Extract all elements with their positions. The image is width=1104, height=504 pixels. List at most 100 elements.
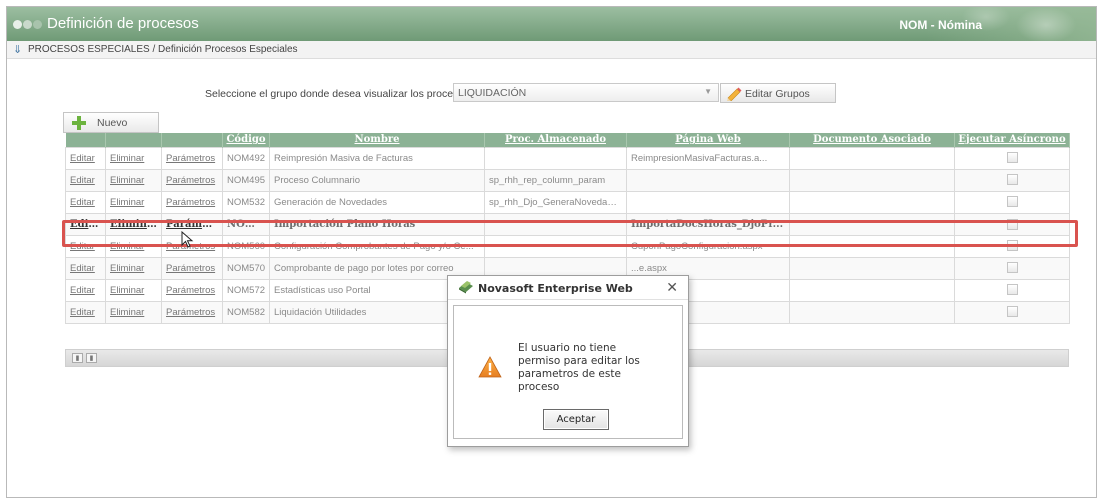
group-label: Seleccione el grupo donde desea visualiz… [205, 88, 473, 100]
edit-link[interactable]: Editar [65, 212, 106, 236]
cell-page [626, 190, 790, 214]
table-row-selected: Editar Eliminar Parámetros NOM534 Import… [65, 212, 1070, 236]
column-header-page[interactable]: Página Web [626, 133, 790, 147]
cell-doc [789, 278, 955, 302]
params-link[interactable]: Parámetros [161, 168, 223, 192]
app-window: Definición de procesos NOM - Nómina ⇓ PR… [6, 6, 1097, 498]
cell-async [954, 146, 1070, 170]
async-checkbox[interactable] [1006, 218, 1018, 230]
edit-link[interactable]: Editar [65, 168, 106, 192]
breadcrumb-text: PROCESOS ESPECIALES / Definición Proceso… [28, 44, 298, 55]
cell-name: Configuración Comprobantes de Pago y/o C… [269, 234, 485, 258]
cell-doc [789, 300, 955, 324]
column-header-proc[interactable]: Proc. Almacenado [484, 133, 627, 147]
async-checkbox[interactable] [1006, 262, 1018, 274]
cell-code: NOM495 [222, 168, 270, 192]
column-header-doc[interactable]: Documento Asociado [789, 133, 955, 147]
module-name: NOM - Nómina [899, 18, 982, 32]
warning-icon [478, 356, 502, 378]
cell-proc [484, 212, 627, 236]
cell-code: NOM532 [222, 190, 270, 214]
column-header-code[interactable]: Código [222, 133, 270, 147]
cell-async [954, 190, 1070, 214]
cell-doc [789, 256, 955, 280]
table-header: Código Nombre Proc. Almacenado Página We… [65, 133, 1070, 147]
cell-async [954, 256, 1070, 280]
async-checkbox[interactable] [1006, 196, 1018, 208]
cell-proc [484, 146, 627, 170]
app-icon [459, 281, 473, 294]
cell-code: NOM570 [222, 256, 270, 280]
delete-link[interactable]: Eliminar [105, 256, 162, 280]
async-checkbox[interactable] [1006, 174, 1018, 186]
async-checkbox[interactable] [1006, 240, 1018, 252]
delete-link[interactable]: Eliminar [105, 146, 162, 170]
close-icon[interactable]: ✕ [666, 279, 678, 296]
cell-async [954, 278, 1070, 302]
column-header [105, 133, 162, 147]
accept-button[interactable]: Aceptar [543, 409, 609, 430]
new-button[interactable]: Nuevo [63, 112, 159, 133]
title-bar: Definición de procesos NOM - Nómina [7, 7, 1096, 41]
delete-link[interactable]: Eliminar [105, 278, 162, 302]
chevron-down-icon[interactable]: ▼ [704, 87, 712, 96]
column-header-name[interactable]: Nombre [269, 133, 485, 147]
delete-link[interactable]: Eliminar [105, 168, 162, 192]
cell-doc [789, 190, 955, 214]
edit-link[interactable]: Editar [65, 146, 106, 170]
cell-code: NOM572 [222, 278, 270, 302]
params-link[interactable]: Parámetros [161, 146, 223, 170]
params-link[interactable]: Parámetros [161, 190, 223, 214]
cell-doc [789, 212, 955, 236]
dialog-body: El usuario no tiene permiso para editar … [453, 305, 683, 439]
new-label: Nuevo [97, 117, 128, 129]
plus-icon [72, 116, 86, 130]
edit-link[interactable]: Editar [65, 278, 106, 302]
cell-async [954, 212, 1070, 236]
cell-code: NOM582 [222, 300, 270, 324]
breadcrumb-arrow-icon: ⇓ [13, 44, 23, 56]
cell-proc: sp_rhh_Djo_GeneraNovedades [484, 190, 627, 214]
cursor-icon [181, 231, 194, 248]
group-select[interactable]: LIQUIDACIÓN ▼ [453, 83, 719, 102]
edit-link[interactable]: Editar [65, 300, 106, 324]
pager-next-button[interactable]: ▮ [86, 353, 97, 363]
window-title: Definición de procesos [47, 15, 199, 32]
edit-link[interactable]: Editar [65, 256, 106, 280]
edit-groups-button[interactable]: Editar Grupos [720, 83, 836, 103]
delete-link[interactable]: Eliminar [105, 212, 162, 236]
cell-page [626, 168, 790, 192]
async-checkbox[interactable] [1006, 284, 1018, 296]
cell-code: NOM560 [222, 234, 270, 258]
delete-link[interactable]: Eliminar [105, 190, 162, 214]
edit-link[interactable]: Editar [65, 234, 106, 258]
delete-link[interactable]: Eliminar [105, 300, 162, 324]
pager-first-button[interactable]: ▮ [72, 353, 83, 363]
column-header [161, 133, 223, 147]
table-row: Editar Eliminar Parámetros NOM495 Proces… [65, 168, 1070, 192]
table-row: Editar Eliminar Parámetros NOM560 Config… [65, 234, 1070, 258]
delete-link[interactable]: Eliminar [105, 234, 162, 258]
params-link[interactable]: Parámetros [161, 256, 223, 280]
params-link[interactable]: Parámetros [161, 278, 223, 302]
permission-dialog: Novasoft Enterprise Web ✕ El usuario no … [447, 275, 689, 447]
cell-proc: sp_rhh_rep_column_param [484, 168, 627, 192]
group-select-value: LIQUIDACIÓN [458, 87, 527, 99]
cell-name: Proceso Columnario [269, 168, 485, 192]
cell-page: ReimpresionMasivaFacturas.a... [626, 146, 790, 170]
cell-async [954, 300, 1070, 324]
column-header [65, 133, 106, 147]
dialog-title: Novasoft Enterprise Web [478, 282, 633, 295]
cell-name: Importación Plano Horas [269, 212, 485, 236]
cell-async [954, 168, 1070, 192]
edit-link[interactable]: Editar [65, 190, 106, 214]
async-checkbox[interactable] [1006, 152, 1018, 164]
table-row: Editar Eliminar Parámetros NOM532 Genera… [65, 190, 1070, 214]
column-header-async[interactable]: Ejecutar Asíncrono [954, 133, 1070, 147]
async-checkbox[interactable] [1006, 306, 1018, 318]
edit-groups-label: Editar Grupos [745, 88, 810, 100]
cell-doc [789, 168, 955, 192]
params-link[interactable]: Parámetros [161, 300, 223, 324]
cell-doc [789, 146, 955, 170]
dialog-message: El usuario no tiene permiso para editar … [518, 342, 640, 393]
